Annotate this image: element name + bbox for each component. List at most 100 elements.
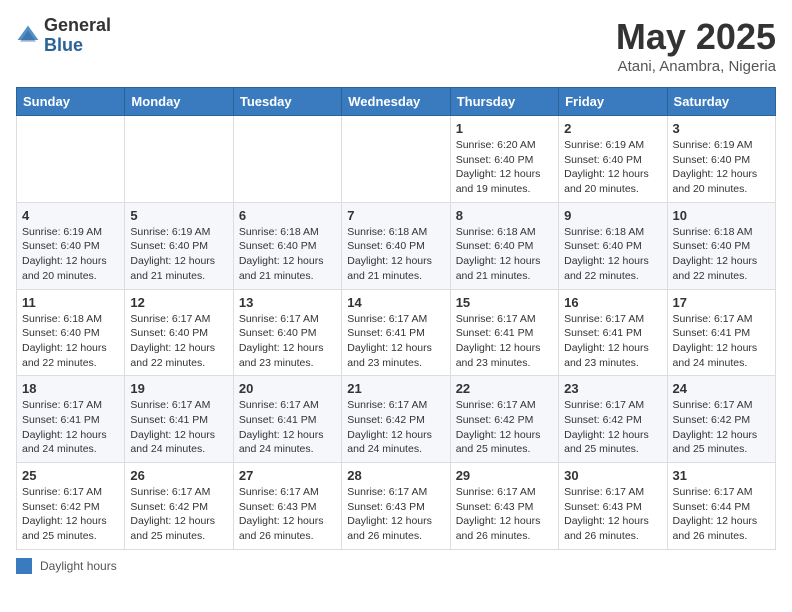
calendar-cell: 3Sunrise: 6:19 AM Sunset: 6:40 PM Daylig… bbox=[667, 116, 775, 203]
calendar-cell: 16Sunrise: 6:17 AM Sunset: 6:41 PM Dayli… bbox=[559, 289, 667, 376]
day-info: Sunrise: 6:17 AM Sunset: 6:43 PM Dayligh… bbox=[347, 485, 444, 544]
day-number: 13 bbox=[239, 295, 336, 310]
day-number: 12 bbox=[130, 295, 227, 310]
day-info: Sunrise: 6:17 AM Sunset: 6:43 PM Dayligh… bbox=[456, 485, 553, 544]
day-number: 20 bbox=[239, 381, 336, 396]
day-number: 19 bbox=[130, 381, 227, 396]
day-info: Sunrise: 6:17 AM Sunset: 6:42 PM Dayligh… bbox=[130, 485, 227, 544]
day-info: Sunrise: 6:18 AM Sunset: 6:40 PM Dayligh… bbox=[347, 225, 444, 284]
logo-icon bbox=[16, 24, 40, 48]
calendar-cell: 30 Sunrise: 6:17 AM Sunset: 6:43 PM Dayli… bbox=[559, 463, 667, 550]
day-info: Sunrise: 6:17 AM Sunset: 6:41 PM Dayligh… bbox=[130, 398, 227, 457]
day-info: Sunrise: 6:17 AM Sunset: 6:44 PM Dayligh… bbox=[673, 485, 770, 544]
day-number: 8 bbox=[456, 208, 553, 223]
day-number: 26 bbox=[130, 468, 227, 483]
calendar-cell: 13 Sunrise: 6:17 AM Sunset: 6:40 PM Dayli… bbox=[233, 289, 341, 376]
calendar-cell: 23 Sunrise: 6:17 AM Sunset: 6:42 PM Dayli… bbox=[559, 376, 667, 463]
day-info: Sunrise: 6:17 AM Sunset: 6:42 PM Dayligh… bbox=[347, 398, 444, 457]
month-title: May 2025 bbox=[616, 16, 776, 58]
calendar-week-row: 25 Sunrise: 6:17 AM Sunset: 6:42 PM Dayli… bbox=[17, 463, 776, 550]
day-info: Sunrise: 6:17 AM Sunset: 6:42 PM Dayligh… bbox=[456, 398, 553, 457]
day-number: 7 bbox=[347, 208, 444, 223]
calendar-day-header: Friday bbox=[559, 88, 667, 116]
location: Atani, Anambra, Nigeria bbox=[616, 58, 776, 75]
legend-color-box bbox=[16, 558, 32, 574]
calendar-cell: 9Sunrise: 6:18 AM Sunset: 6:40 PM Daylig… bbox=[559, 202, 667, 289]
calendar-cell bbox=[342, 116, 450, 203]
page-header: General Blue May 2025 Atani, Anambra, Ni… bbox=[16, 16, 776, 75]
day-number: 28 bbox=[347, 468, 444, 483]
day-number: 18 bbox=[22, 381, 119, 396]
logo: General Blue bbox=[16, 16, 111, 56]
calendar-day-header: Thursday bbox=[450, 88, 558, 116]
day-number: 27 bbox=[239, 468, 336, 483]
legend-label: Daylight hours bbox=[40, 559, 117, 573]
day-number: 21 bbox=[347, 381, 444, 396]
logo-blue: Blue bbox=[44, 36, 111, 56]
calendar-cell: 8 Sunrise: 6:18 AM Sunset: 6:40 PM Daylig… bbox=[450, 202, 558, 289]
calendar-cell: 14Sunrise: 6:17 AM Sunset: 6:41 PM Dayli… bbox=[342, 289, 450, 376]
calendar-header-row: SundayMondayTuesdayWednesdayThursdayFrid… bbox=[17, 88, 776, 116]
calendar-cell: 12 Sunrise: 6:17 AM Sunset: 6:40 PM Dayli… bbox=[125, 289, 233, 376]
calendar-cell: 11Sunrise: 6:18 AM Sunset: 6:40 PM Dayli… bbox=[17, 289, 125, 376]
calendar-cell: 1 Sunrise: 6:20 AM Sunset: 6:40 PM Daylig… bbox=[450, 116, 558, 203]
calendar-cell bbox=[233, 116, 341, 203]
day-info: Sunrise: 6:17 AM Sunset: 6:43 PM Dayligh… bbox=[239, 485, 336, 544]
day-info: Sunrise: 6:20 AM Sunset: 6:40 PM Dayligh… bbox=[456, 138, 553, 197]
day-info: Sunrise: 6:19 AM Sunset: 6:40 PM Dayligh… bbox=[673, 138, 770, 197]
day-info: Sunrise: 6:17 AM Sunset: 6:41 PM Dayligh… bbox=[456, 312, 553, 371]
day-number: 17 bbox=[673, 295, 770, 310]
calendar-cell: 15Sunrise: 6:17 AM Sunset: 6:41 PM Dayli… bbox=[450, 289, 558, 376]
calendar-cell: 20 Sunrise: 6:17 AM Sunset: 6:41 PM Dayli… bbox=[233, 376, 341, 463]
calendar-cell: 5Sunrise: 6:19 AM Sunset: 6:40 PM Daylig… bbox=[125, 202, 233, 289]
day-number: 1 bbox=[456, 121, 553, 136]
calendar-cell: 27 Sunrise: 6:17 AM Sunset: 6:43 PM Dayli… bbox=[233, 463, 341, 550]
day-info: Sunrise: 6:19 AM Sunset: 6:40 PM Dayligh… bbox=[564, 138, 661, 197]
calendar-cell: 17 Sunrise: 6:17 AM Sunset: 6:41 PM Dayli… bbox=[667, 289, 775, 376]
calendar-cell: 29 Sunrise: 6:17 AM Sunset: 6:43 PM Dayli… bbox=[450, 463, 558, 550]
calendar-cell: 10 Sunrise: 6:18 AM Sunset: 6:40 PM Dayli… bbox=[667, 202, 775, 289]
calendar-cell: 7 Sunrise: 6:18 AM Sunset: 6:40 PM Daylig… bbox=[342, 202, 450, 289]
day-info: Sunrise: 6:17 AM Sunset: 6:41 PM Dayligh… bbox=[239, 398, 336, 457]
day-number: 23 bbox=[564, 381, 661, 396]
calendar-week-row: 4Sunrise: 6:19 AM Sunset: 6:40 PM Daylig… bbox=[17, 202, 776, 289]
calendar-week-row: 1 Sunrise: 6:20 AM Sunset: 6:40 PM Daylig… bbox=[17, 116, 776, 203]
day-info: Sunrise: 6:17 AM Sunset: 6:41 PM Dayligh… bbox=[347, 312, 444, 371]
day-number: 10 bbox=[673, 208, 770, 223]
day-info: Sunrise: 6:17 AM Sunset: 6:41 PM Dayligh… bbox=[673, 312, 770, 371]
day-number: 24 bbox=[673, 381, 770, 396]
day-info: Sunrise: 6:17 AM Sunset: 6:42 PM Dayligh… bbox=[564, 398, 661, 457]
day-info: Sunrise: 6:17 AM Sunset: 6:43 PM Dayligh… bbox=[564, 485, 661, 544]
day-info: Sunrise: 6:18 AM Sunset: 6:40 PM Dayligh… bbox=[456, 225, 553, 284]
day-info: Sunrise: 6:17 AM Sunset: 6:40 PM Dayligh… bbox=[239, 312, 336, 371]
calendar-cell: 19 Sunrise: 6:17 AM Sunset: 6:41 PM Dayli… bbox=[125, 376, 233, 463]
day-number: 30 bbox=[564, 468, 661, 483]
day-number: 29 bbox=[456, 468, 553, 483]
day-info: Sunrise: 6:19 AM Sunset: 6:40 PM Dayligh… bbox=[22, 225, 119, 284]
day-number: 11 bbox=[22, 295, 119, 310]
calendar-day-header: Wednesday bbox=[342, 88, 450, 116]
day-info: Sunrise: 6:17 AM Sunset: 6:41 PM Dayligh… bbox=[22, 398, 119, 457]
day-info: Sunrise: 6:17 AM Sunset: 6:40 PM Dayligh… bbox=[130, 312, 227, 371]
calendar-table: SundayMondayTuesdayWednesdayThursdayFrid… bbox=[16, 87, 776, 550]
day-info: Sunrise: 6:18 AM Sunset: 6:40 PM Dayligh… bbox=[673, 225, 770, 284]
calendar-cell: 25 Sunrise: 6:17 AM Sunset: 6:42 PM Dayli… bbox=[17, 463, 125, 550]
calendar-cell bbox=[17, 116, 125, 203]
calendar-cell: 24 Sunrise: 6:17 AM Sunset: 6:42 PM Dayli… bbox=[667, 376, 775, 463]
logo-general: General bbox=[44, 16, 111, 36]
calendar-cell bbox=[125, 116, 233, 203]
day-info: Sunrise: 6:17 AM Sunset: 6:42 PM Dayligh… bbox=[22, 485, 119, 544]
calendar-cell: 22Sunrise: 6:17 AM Sunset: 6:42 PM Dayli… bbox=[450, 376, 558, 463]
day-number: 9 bbox=[564, 208, 661, 223]
calendar-day-header: Saturday bbox=[667, 88, 775, 116]
title-block: May 2025 Atani, Anambra, Nigeria bbox=[616, 16, 776, 75]
day-number: 25 bbox=[22, 468, 119, 483]
calendar-cell: 26 Sunrise: 6:17 AM Sunset: 6:42 PM Dayli… bbox=[125, 463, 233, 550]
day-number: 6 bbox=[239, 208, 336, 223]
calendar-cell: 28 Sunrise: 6:17 AM Sunset: 6:43 PM Dayli… bbox=[342, 463, 450, 550]
calendar-day-header: Sunday bbox=[17, 88, 125, 116]
day-number: 31 bbox=[673, 468, 770, 483]
day-info: Sunrise: 6:17 AM Sunset: 6:42 PM Dayligh… bbox=[673, 398, 770, 457]
calendar-cell: 6Sunrise: 6:18 AM Sunset: 6:40 PM Daylig… bbox=[233, 202, 341, 289]
calendar-cell: 2Sunrise: 6:19 AM Sunset: 6:40 PM Daylig… bbox=[559, 116, 667, 203]
